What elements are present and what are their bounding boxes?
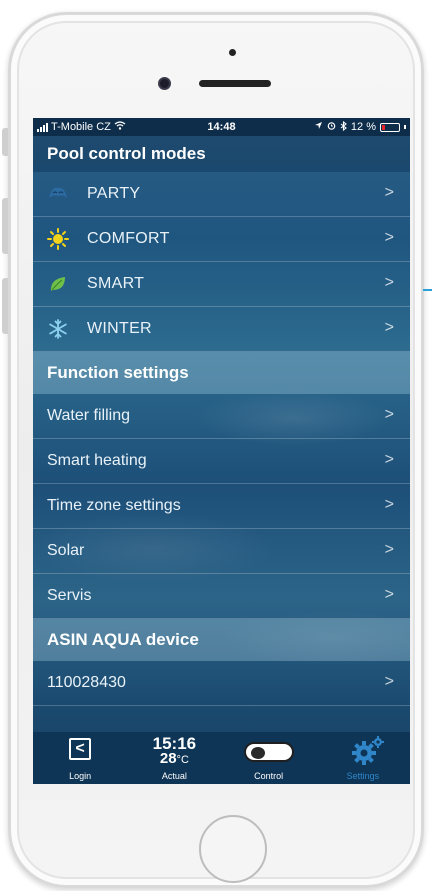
- carrier-name: T-Mobile CZ: [51, 121, 111, 133]
- tab-control-label: Control: [254, 771, 284, 781]
- back-arrow-icon: <: [69, 738, 91, 760]
- home-button[interactable]: [199, 815, 267, 883]
- tab-settings-label: Settings: [346, 771, 380, 781]
- snowflake-icon: [47, 318, 69, 340]
- section-header-function-settings: Function settings: [33, 352, 410, 394]
- party-mask-icon: [47, 183, 69, 205]
- settings-label: Smart heating: [47, 452, 147, 469]
- battery-tip: [404, 125, 406, 129]
- settings-label: Solar: [47, 542, 85, 559]
- settings-label: Servis: [47, 587, 92, 604]
- chevron-right-icon: >: [384, 184, 394, 201]
- settings-row-water-filling[interactable]: Water filling >: [33, 394, 410, 439]
- front-camera: [158, 77, 171, 90]
- chevron-right-icon: >: [384, 451, 394, 468]
- tab-bar: < Login 15:16 28°C Actual Control Settin…: [33, 732, 410, 784]
- alarm-icon: [327, 121, 336, 133]
- sun-icon: [47, 228, 69, 250]
- tab-settings[interactable]: Settings: [316, 732, 410, 784]
- device-row[interactable]: 110028430 >: [33, 661, 410, 706]
- mode-row-winter[interactable]: WINTER >: [33, 307, 410, 352]
- toggle-switch-icon: [243, 742, 294, 762]
- settings-label: Water filling: [47, 407, 130, 424]
- mute-switch: [2, 128, 8, 156]
- chevron-right-icon: >: [384, 541, 394, 558]
- mode-label-smart: SMART: [87, 275, 145, 292]
- chevron-right-icon: >: [384, 673, 394, 690]
- chevron-right-icon: >: [384, 586, 394, 603]
- volume-down-button: [2, 278, 8, 334]
- callout-line: [423, 289, 432, 291]
- actual-temperature: 28°C: [127, 750, 221, 767]
- section-header-pool-modes: Pool control modes: [33, 136, 410, 172]
- battery-percent: 12 %: [350, 121, 376, 133]
- actual-temp-unit: °C: [176, 754, 189, 766]
- mode-row-party[interactable]: PARTY >: [33, 172, 410, 217]
- proximity-sensor: [229, 49, 236, 56]
- tab-actual[interactable]: 15:16 28°C Actual: [127, 732, 221, 784]
- leaf-icon: [47, 273, 69, 295]
- earpiece-speaker: [199, 80, 271, 87]
- gear-icon: [350, 736, 386, 766]
- app-screen: T-Mobile CZ 14:48 12 % Pool control mode…: [33, 118, 410, 784]
- signal-icon: [37, 122, 48, 132]
- actual-time: 15:16: [152, 734, 197, 753]
- chevron-right-icon: >: [384, 496, 394, 513]
- status-time: 14:48: [207, 121, 236, 133]
- mode-label-party: PARTY: [87, 185, 141, 202]
- mode-row-smart[interactable]: SMART >: [33, 262, 410, 307]
- location-icon: [314, 121, 323, 133]
- tab-control[interactable]: Control: [222, 732, 316, 784]
- settings-row-time-zone[interactable]: Time zone settings >: [33, 484, 410, 529]
- chevron-right-icon: >: [384, 406, 394, 423]
- battery-icon: [380, 122, 400, 132]
- chevron-right-icon: >: [384, 229, 394, 246]
- bluetooth-icon: [340, 120, 347, 134]
- device-id: 110028430: [47, 674, 126, 691]
- mode-row-comfort[interactable]: COMFORT >: [33, 217, 410, 262]
- tab-actual-label: Actual: [161, 771, 187, 781]
- tab-login[interactable]: < Login: [33, 732, 127, 784]
- mode-label-comfort: COMFORT: [87, 230, 170, 247]
- wifi-icon: [114, 121, 126, 133]
- actual-temp-value: 28: [159, 750, 177, 767]
- chevron-right-icon: >: [384, 274, 394, 291]
- status-bar: T-Mobile CZ 14:48 12 %: [33, 118, 410, 136]
- mode-label-winter: WINTER: [87, 320, 152, 337]
- tab-login-label: Login: [69, 771, 92, 781]
- volume-up-button: [2, 198, 8, 254]
- settings-row-solar[interactable]: Solar >: [33, 529, 410, 574]
- settings-row-smart-heating[interactable]: Smart heating >: [33, 439, 410, 484]
- chevron-right-icon: >: [384, 319, 394, 336]
- settings-row-servis[interactable]: Servis >: [33, 574, 410, 619]
- settings-label: Time zone settings: [47, 497, 181, 514]
- section-header-device: ASIN AQUA device: [33, 619, 410, 661]
